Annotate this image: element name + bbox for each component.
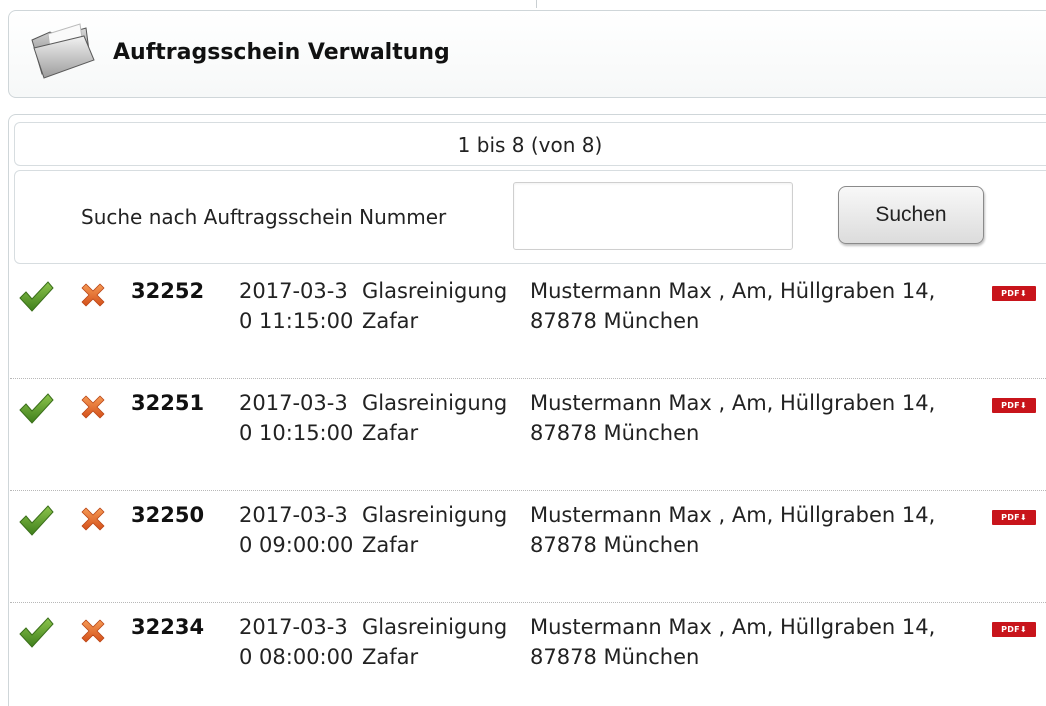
pdf-download-icon[interactable]: PDF⬇ [992, 398, 1036, 413]
order-datetime: 2017-03-30 11:15:00 [239, 279, 354, 333]
accept-check-icon[interactable] [18, 504, 54, 538]
page: Auftragsschein Verwaltung 1 bis 8 (von 8… [0, 0, 1046, 706]
order-number: 32251 [131, 391, 205, 415]
search-form: Suche nach Auftragsschein Nummer Suchen [14, 170, 1046, 264]
pagination-text: 1 bis 8 (von 8) [457, 133, 603, 157]
order-datetime: 2017-03-30 10:15:00 [239, 391, 354, 445]
search-input[interactable] [513, 182, 793, 250]
page-title: Auftragsschein Verwaltung [113, 40, 450, 65]
divider [536, 0, 537, 8]
pdf-download-icon[interactable]: PDF⬇ [992, 510, 1036, 525]
accept-check-icon[interactable] [18, 280, 54, 314]
reject-cross-icon[interactable] [78, 280, 108, 310]
order-datetime: 2017-03-30 09:00:00 [239, 503, 354, 557]
order-datetime: 2017-03-30 08:00:00 [239, 615, 354, 669]
search-label: Suche nach Auftragsschein Nummer [81, 205, 447, 229]
order-address: Mustermann Max , Am, Hüllgraben 14, 8787… [530, 503, 936, 557]
order-row: 32251 2017-03-30 10:15:00 Glasreinigung … [10, 378, 1046, 491]
order-row: 32234 2017-03-30 08:00:00 Glasreinigung … [10, 602, 1046, 706]
order-row: 32252 2017-03-30 11:15:00 Glasreinigung … [10, 266, 1046, 379]
search-button[interactable]: Suchen [838, 186, 984, 244]
order-company: Glasreinigung Zafar [362, 503, 508, 557]
order-company: Glasreinigung Zafar [362, 391, 508, 445]
reject-cross-icon[interactable] [78, 616, 108, 646]
order-address: Mustermann Max , Am, Hüllgraben 14, 8787… [530, 391, 936, 445]
order-number: 32250 [131, 503, 205, 527]
reject-cross-icon[interactable] [78, 504, 108, 534]
order-company: Glasreinigung Zafar [362, 615, 508, 669]
accept-check-icon[interactable] [18, 392, 54, 426]
pdf-download-icon[interactable]: PDF⬇ [992, 286, 1036, 301]
order-number: 32234 [131, 615, 205, 639]
reject-cross-icon[interactable] [78, 392, 108, 422]
pagination-info: 1 bis 8 (von 8) [14, 122, 1046, 166]
accept-check-icon[interactable] [18, 616, 54, 650]
order-address: Mustermann Max , Am, Hüllgraben 14, 8787… [530, 615, 936, 669]
order-row: 32250 2017-03-30 09:00:00 Glasreinigung … [10, 490, 1046, 603]
order-company: Glasreinigung Zafar [362, 279, 508, 333]
folder-icon [28, 18, 98, 84]
order-number: 32252 [131, 279, 205, 303]
order-address: Mustermann Max , Am, Hüllgraben 14, 8787… [530, 279, 936, 333]
pdf-download-icon[interactable]: PDF⬇ [992, 622, 1036, 637]
